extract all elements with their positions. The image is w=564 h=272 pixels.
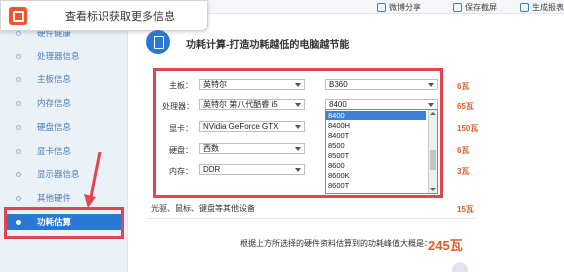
save-screenshot-label: 保存截屏 (465, 2, 497, 12)
scroll-up-icon[interactable] (430, 112, 436, 115)
generate-report-label: 生成报表 (532, 2, 564, 12)
chevron-down-icon (295, 168, 301, 172)
info-tooltip: 查看标识获取更多信息 (0, 0, 208, 31)
generate-report-button[interactable]: 生成报表 (520, 1, 564, 13)
tooltip-text: 查看标识获取更多信息 (65, 10, 175, 23)
select-value: NVidia GeForce GTX (203, 122, 279, 131)
other-devices-watt: 15瓦 (457, 205, 474, 214)
sidebar-item-motherboard-info[interactable]: 主板信息 (0, 71, 128, 87)
scroll-indicator-icon (452, 262, 468, 272)
chevron-down-icon (428, 103, 434, 107)
cpu-watt: 65瓦 (457, 102, 474, 111)
bullet-icon (16, 171, 21, 177)
disk-watt: 6瓦 (457, 146, 470, 155)
chevron-down-icon (295, 83, 301, 87)
dropdown-option[interactable]: 8400 (326, 111, 426, 120)
sidebar-item-label: 主板信息 (37, 74, 72, 84)
active-item-highlight-frame (4, 207, 124, 239)
sidebar-item-label: 显卡信息 (37, 146, 72, 156)
scroll-thumb[interactable] (430, 150, 436, 170)
dropdown-option[interactable]: 8400H (326, 121, 426, 130)
chevron-down-icon (428, 83, 434, 87)
select-value: B360 (329, 80, 348, 89)
dropdown-option[interactable]: 8500 (326, 141, 426, 150)
dropdown-option[interactable]: 8600K (326, 171, 426, 180)
motherboard-label: 主板： (169, 81, 193, 90)
chevron-down-icon (295, 125, 301, 129)
sidebar-item-display-info[interactable]: 显示器信息 (0, 166, 128, 182)
memory-type-select[interactable]: DDR (199, 164, 305, 175)
result-value: 245瓦 (428, 238, 463, 253)
share-icon (377, 2, 386, 12)
motherboard-watt: 6瓦 (457, 82, 470, 91)
disk-label: 硬盘： (169, 146, 193, 155)
motherboard-model-select[interactable]: B360 (325, 79, 438, 90)
sidebar-item-gpu-info[interactable]: 显卡信息 (0, 143, 128, 159)
weibo-share-label: 微博分享 (389, 2, 421, 12)
select-value: 西数 (203, 144, 219, 153)
select-value: 英特尔 (203, 80, 227, 89)
app-logo-icon (9, 6, 27, 25)
dropdown-option[interactable]: 8500T (326, 151, 426, 160)
sidebar-item-disk-info[interactable]: 硬盘信息 (0, 119, 128, 135)
chevron-down-icon (295, 103, 301, 107)
sidebar-item-label: 内存信息 (37, 98, 72, 108)
sidebar-item-label: 其他硬件 (37, 193, 72, 203)
other-devices-label: 光驱、鼠标、键盘等其他设备 (151, 204, 255, 213)
bullet-icon (16, 124, 21, 130)
bullet-icon (16, 76, 21, 82)
gpu-label: 显卡： (169, 124, 193, 133)
memory-watt: 3瓦 (457, 167, 470, 176)
divider (146, 218, 476, 219)
select-value: DDR (203, 165, 221, 174)
sidebar-item-label: 显示器信息 (37, 169, 80, 179)
cpu-label: 处理器： (162, 102, 194, 111)
dropdown-scrollbar[interactable] (428, 110, 437, 193)
calculator-icon (146, 30, 170, 54)
bullet-icon (16, 195, 21, 201)
gpu-brand-select[interactable]: NVidia GeForce GTX (199, 121, 305, 132)
cpu-model-dropdown-list[interactable]: 8400 8400H 8400T 8500 8500T 8600 8600K 8… (325, 109, 438, 194)
cpu-brand-select[interactable]: 英特尔 第八代酷睿 i5 (199, 99, 305, 110)
report-icon (520, 2, 529, 12)
gpu-watt: 150瓦 (457, 124, 479, 133)
dropdown-option[interactable]: 8600 (326, 161, 426, 170)
camera-icon (453, 2, 462, 12)
dropdown-option[interactable]: 8600T (326, 181, 426, 190)
save-screenshot-button[interactable]: 保存截屏 (453, 1, 497, 13)
sidebar-item-label: 硬盘信息 (37, 122, 72, 132)
bullet-icon (16, 100, 21, 106)
select-value: 8400 (329, 100, 347, 109)
weibo-share-button[interactable]: 微博分享 (377, 1, 421, 13)
page-title: 功耗计算-打造功耗越低的电脑越节能 (186, 40, 350, 51)
sidebar-item-label: 处理器信息 (37, 51, 80, 61)
bullet-icon (16, 30, 21, 36)
scroll-down-icon[interactable] (430, 188, 436, 191)
app-window: 微博分享 保存截屏 生成报表 电 硬件健康 处理器信息 主板信息 (0, 0, 564, 272)
result-label: 根据上方所选择的硬件资料估算到的功耗峰值大概是： (240, 239, 432, 248)
dropdown-option[interactable]: 8400T (326, 131, 426, 140)
sidebar-item-other-hardware[interactable]: 其他硬件 (0, 190, 128, 206)
bullet-icon (16, 53, 21, 59)
motherboard-brand-select[interactable]: 英特尔 (199, 79, 305, 90)
bullet-icon (16, 148, 21, 154)
annotation-arrow-icon (84, 151, 102, 208)
select-value: 英特尔 第八代酷睿 i5 (203, 100, 278, 109)
memory-label: 内存： (169, 167, 193, 176)
disk-brand-select[interactable]: 西数 (199, 143, 305, 154)
chevron-down-icon (295, 147, 301, 151)
sidebar-item-cpu-info[interactable]: 处理器信息 (0, 48, 128, 64)
sidebar-item-memory-info[interactable]: 内存信息 (0, 95, 128, 111)
